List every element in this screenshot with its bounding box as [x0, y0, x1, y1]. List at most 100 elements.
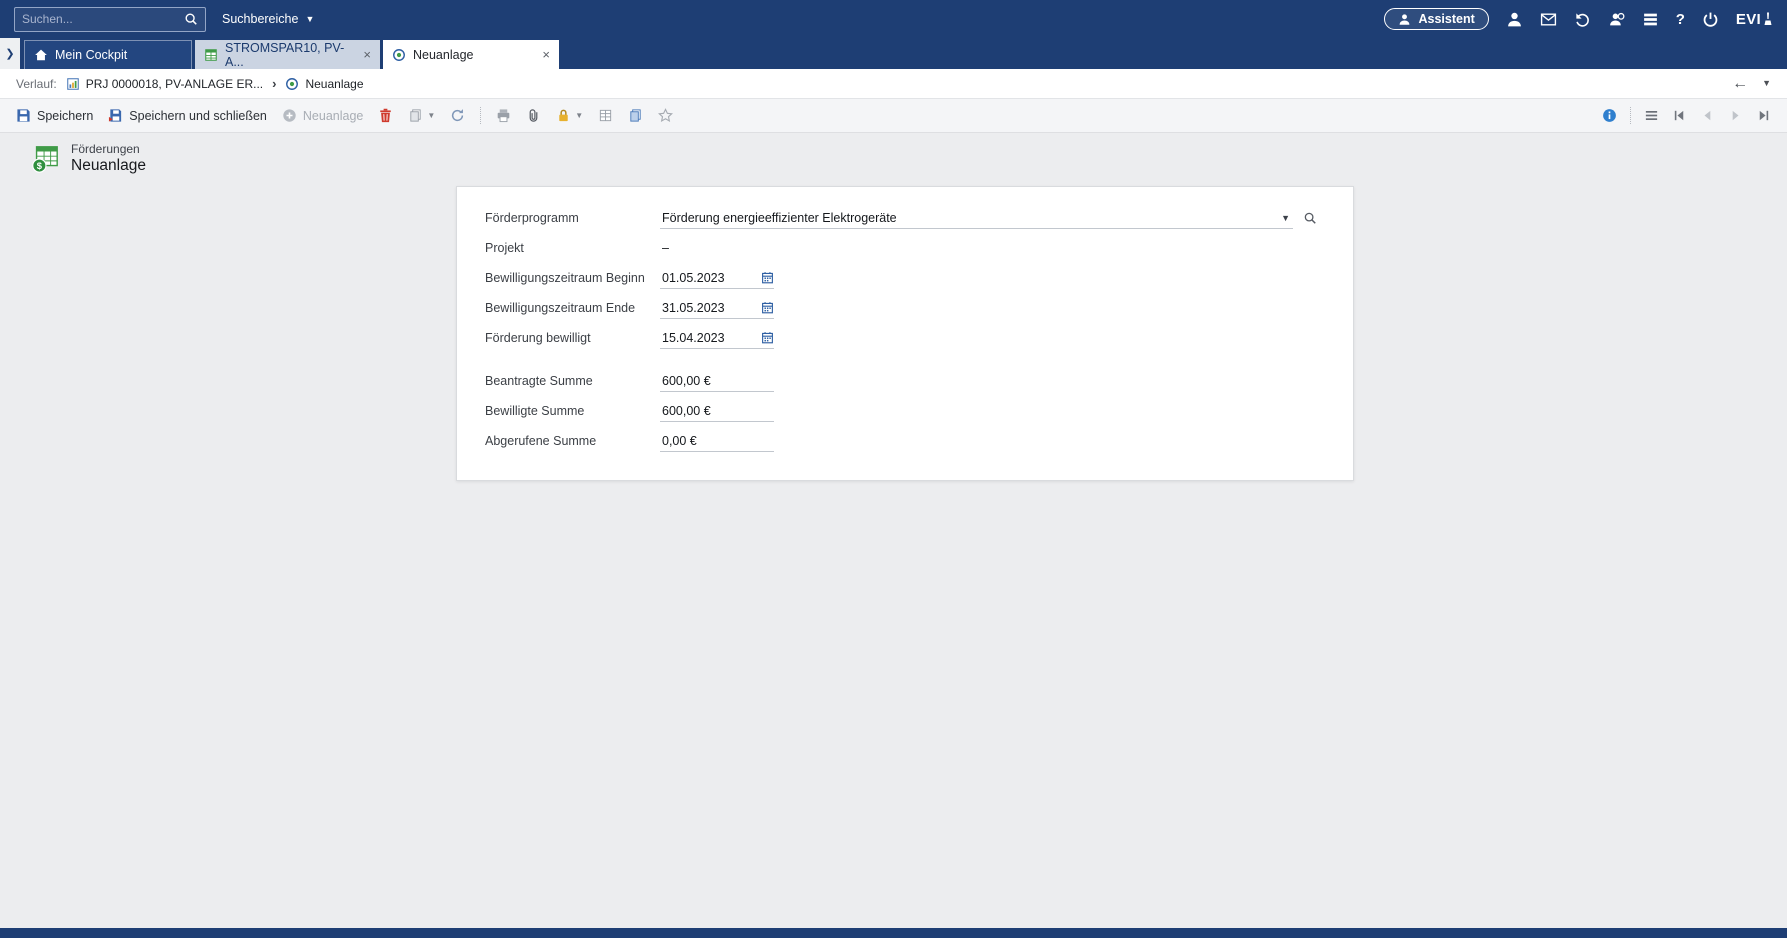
- bewilligungszeitraum-beginn-field[interactable]: 01.05.2023: [660, 267, 774, 289]
- calendar-icon[interactable]: [761, 271, 774, 284]
- save-close-label: Speichern und schließen: [129, 109, 267, 123]
- close-icon[interactable]: ×: [363, 47, 371, 62]
- user-icon[interactable]: [1506, 11, 1523, 28]
- save-and-close-button[interactable]: Speichern und schließen: [108, 108, 267, 123]
- refresh-icon: [450, 108, 465, 123]
- calendar-icon[interactable]: [761, 301, 774, 314]
- search-areas-dropdown[interactable]: Suchbereiche ▼: [222, 12, 314, 26]
- menu-button[interactable]: [1644, 108, 1659, 123]
- abgerufene-summe-field[interactable]: 0,00 €: [660, 430, 774, 452]
- brand-text: EVI: [1736, 11, 1761, 28]
- field-label: Förderung bewilligt: [485, 331, 660, 345]
- field-value: 31.05.2023: [660, 301, 774, 315]
- global-search[interactable]: [14, 7, 206, 32]
- copy-button[interactable]: ▼: [408, 108, 435, 123]
- breadcrumb-actions: ← ▼: [1732, 75, 1771, 93]
- assistant-button[interactable]: Assistent: [1384, 8, 1488, 30]
- dropdown-caret-icon[interactable]: ▼: [1281, 213, 1290, 223]
- breadcrumb-item-project[interactable]: PRJ 0000018, PV-ANLAGE ER...: [66, 77, 263, 91]
- info-button[interactable]: [1602, 108, 1617, 123]
- star-icon: [658, 108, 673, 123]
- info-icon: [1602, 108, 1617, 123]
- favorite-button[interactable]: [658, 108, 673, 123]
- foerderungen-icon: $: [30, 144, 60, 174]
- nav-next-button[interactable]: [1728, 108, 1743, 123]
- bewilligte-summe-field[interactable]: 600,00 €: [660, 400, 774, 422]
- page-category: Förderungen: [71, 142, 146, 156]
- form-row-bewilligungszeitraum-ende: Bewilligungszeitraum Ende 31.05.2023: [457, 293, 1353, 323]
- nav-last-button[interactable]: [1756, 108, 1771, 123]
- tab-mein-cockpit[interactable]: Mein Cockpit: [24, 40, 192, 69]
- field-label: Bewilligungszeitraum Ende: [485, 301, 660, 315]
- brand-logo: EVI: [1736, 11, 1773, 28]
- field-label: Beantragte Summe: [485, 374, 660, 388]
- projekt-field: –: [660, 237, 774, 259]
- beantragte-summe-field[interactable]: 600,00 €: [660, 370, 774, 392]
- foerderung-bewilligt-field[interactable]: 15.04.2023: [660, 327, 774, 349]
- save-close-icon: [108, 108, 123, 123]
- field-value: 01.05.2023: [660, 271, 774, 285]
- topbar-actions: Assistent ? EVI: [1384, 8, 1773, 30]
- field-label: Förderprogramm: [485, 211, 660, 225]
- save-button[interactable]: Speichern: [16, 108, 93, 123]
- nav-prev-button[interactable]: [1700, 108, 1715, 123]
- stack-list-icon[interactable]: [1642, 11, 1659, 28]
- chevron-down-icon: ▼: [575, 111, 583, 120]
- printer-icon: [496, 108, 511, 123]
- save-icon: [16, 108, 31, 123]
- field-label: Projekt: [485, 241, 660, 255]
- attachment-button[interactable]: [526, 108, 541, 123]
- refresh-button[interactable]: [450, 108, 465, 123]
- calendar-icon[interactable]: [761, 331, 774, 344]
- grid-view-button[interactable]: [598, 108, 613, 123]
- page-header-text: Förderungen Neuanlage: [71, 142, 146, 175]
- undo-icon[interactable]: [1574, 11, 1591, 28]
- chevron-down-icon: ▼: [305, 15, 314, 24]
- delete-button[interactable]: [378, 108, 393, 123]
- breadcrumb: Verlauf: PRJ 0000018, PV-ANLAGE ER... › …: [0, 69, 1787, 99]
- close-icon[interactable]: ×: [542, 47, 550, 62]
- expand-nav-chevron[interactable]: ❯: [0, 38, 20, 69]
- brand-mark-icon: [1763, 11, 1773, 27]
- page-header: $ Förderungen Neuanlage: [0, 133, 1787, 182]
- field-label: Abgerufene Summe: [485, 434, 660, 448]
- hamburger-icon: [1644, 108, 1659, 123]
- bewilligungszeitraum-ende-field[interactable]: 31.05.2023: [660, 297, 774, 319]
- field-value: Förderung energieeffizienter Elektrogerä…: [660, 211, 1281, 225]
- form-row-abgerufene-summe: Abgerufene Summe 0,00 €: [457, 426, 1353, 456]
- tab-label: Neuanlage: [413, 48, 473, 62]
- toolbar-right: [1602, 107, 1771, 124]
- search-input[interactable]: [22, 12, 184, 26]
- new-record-button[interactable]: Neuanlage: [282, 108, 363, 123]
- main-content: $ Förderungen Neuanlage Förderprogramm F…: [0, 133, 1787, 928]
- tabs: Mein Cockpit STROMSPAR10, PV-A... × Neua…: [20, 38, 559, 69]
- print-button[interactable]: [496, 108, 511, 123]
- foerderprogramm-field[interactable]: Förderung energieeffizienter Elektrogerä…: [660, 207, 1293, 229]
- help-icon[interactable]: ?: [1676, 11, 1685, 28]
- inbox-icon[interactable]: [1540, 11, 1557, 28]
- duplicate-record-button[interactable]: [628, 108, 643, 123]
- prev-record-icon: [1700, 108, 1715, 123]
- form-row-bewilligte-summe: Bewilligte Summe 600,00 €: [457, 396, 1353, 426]
- nav-first-button[interactable]: [1672, 108, 1687, 123]
- search-icon[interactable]: [184, 12, 198, 26]
- form-row-beantragte-summe: Beantragte Summe 600,00 €: [457, 366, 1353, 396]
- breadcrumb-item-neuanlage[interactable]: Neuanlage: [285, 77, 363, 91]
- lookup-search-icon[interactable]: [1303, 211, 1317, 225]
- field-value: –: [660, 241, 774, 255]
- form-row-foerderung-bewilligt: Förderung bewilligt 15.04.2023: [457, 323, 1353, 353]
- record-circle-icon: [285, 77, 299, 91]
- tab-bar: ❯ Mein Cockpit STROMSPAR10, PV-A... × Ne…: [0, 38, 1787, 69]
- tab-stromspar10[interactable]: STROMSPAR10, PV-A... ×: [195, 40, 380, 69]
- history-dropdown-icon[interactable]: ▼: [1762, 79, 1771, 88]
- history-back-icon[interactable]: ←: [1732, 75, 1748, 93]
- tab-label: STROMSPAR10, PV-A...: [225, 41, 356, 69]
- power-icon[interactable]: [1702, 11, 1719, 28]
- support-person-icon[interactable]: [1608, 11, 1625, 28]
- form-row-foerderprogramm: Förderprogramm Förderung energieeffizien…: [457, 203, 1353, 233]
- lock-button[interactable]: ▼: [556, 108, 583, 123]
- page-title: Neuanlage: [71, 157, 146, 175]
- chevron-right-icon: ›: [272, 76, 276, 91]
- tab-neuanlage[interactable]: Neuanlage ×: [383, 40, 559, 69]
- toolbar-separator: [1630, 107, 1631, 124]
